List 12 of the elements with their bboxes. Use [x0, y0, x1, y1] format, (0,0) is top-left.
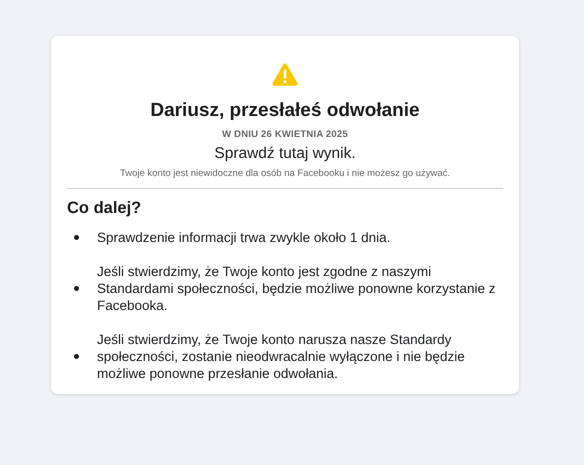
appeal-title: Dariusz, przesłałeś odwołanie [150, 100, 420, 122]
list-item-text: Jeśli stwierdzimy, że Twoje konto narusza nasze Standardy społeczności, zostanie nieodwracalnie wyłączone i nie będzie możliwe ponowne przesłanie odwołania. [97, 331, 466, 382]
appeal-date: W DNIU 26 KWIETNIA 2025 [222, 129, 348, 140]
bullet-icon [74, 235, 79, 240]
list-item-text: Sprawdzenie informacji trwa zwykle około 1 dnia. [97, 229, 392, 246]
section-heading: Co dalej? [67, 198, 142, 219]
list-item-text: Jeśli stwierdzimy, że Twoje konto jest zgodne z naszymi Standardami społeczności, będzie możliwe ponowne korzystanie z Facebooka. [97, 263, 496, 314]
bullet-icon [74, 286, 79, 291]
bullet-icon [74, 354, 79, 359]
result-prompt: Sprawdź tutaj wynik. [214, 144, 356, 163]
account-notice: Twoje konto jest niewidoczne dla osób na Facebooku i nie możesz go używać. [120, 168, 450, 179]
warning-icon [272, 63, 298, 86]
